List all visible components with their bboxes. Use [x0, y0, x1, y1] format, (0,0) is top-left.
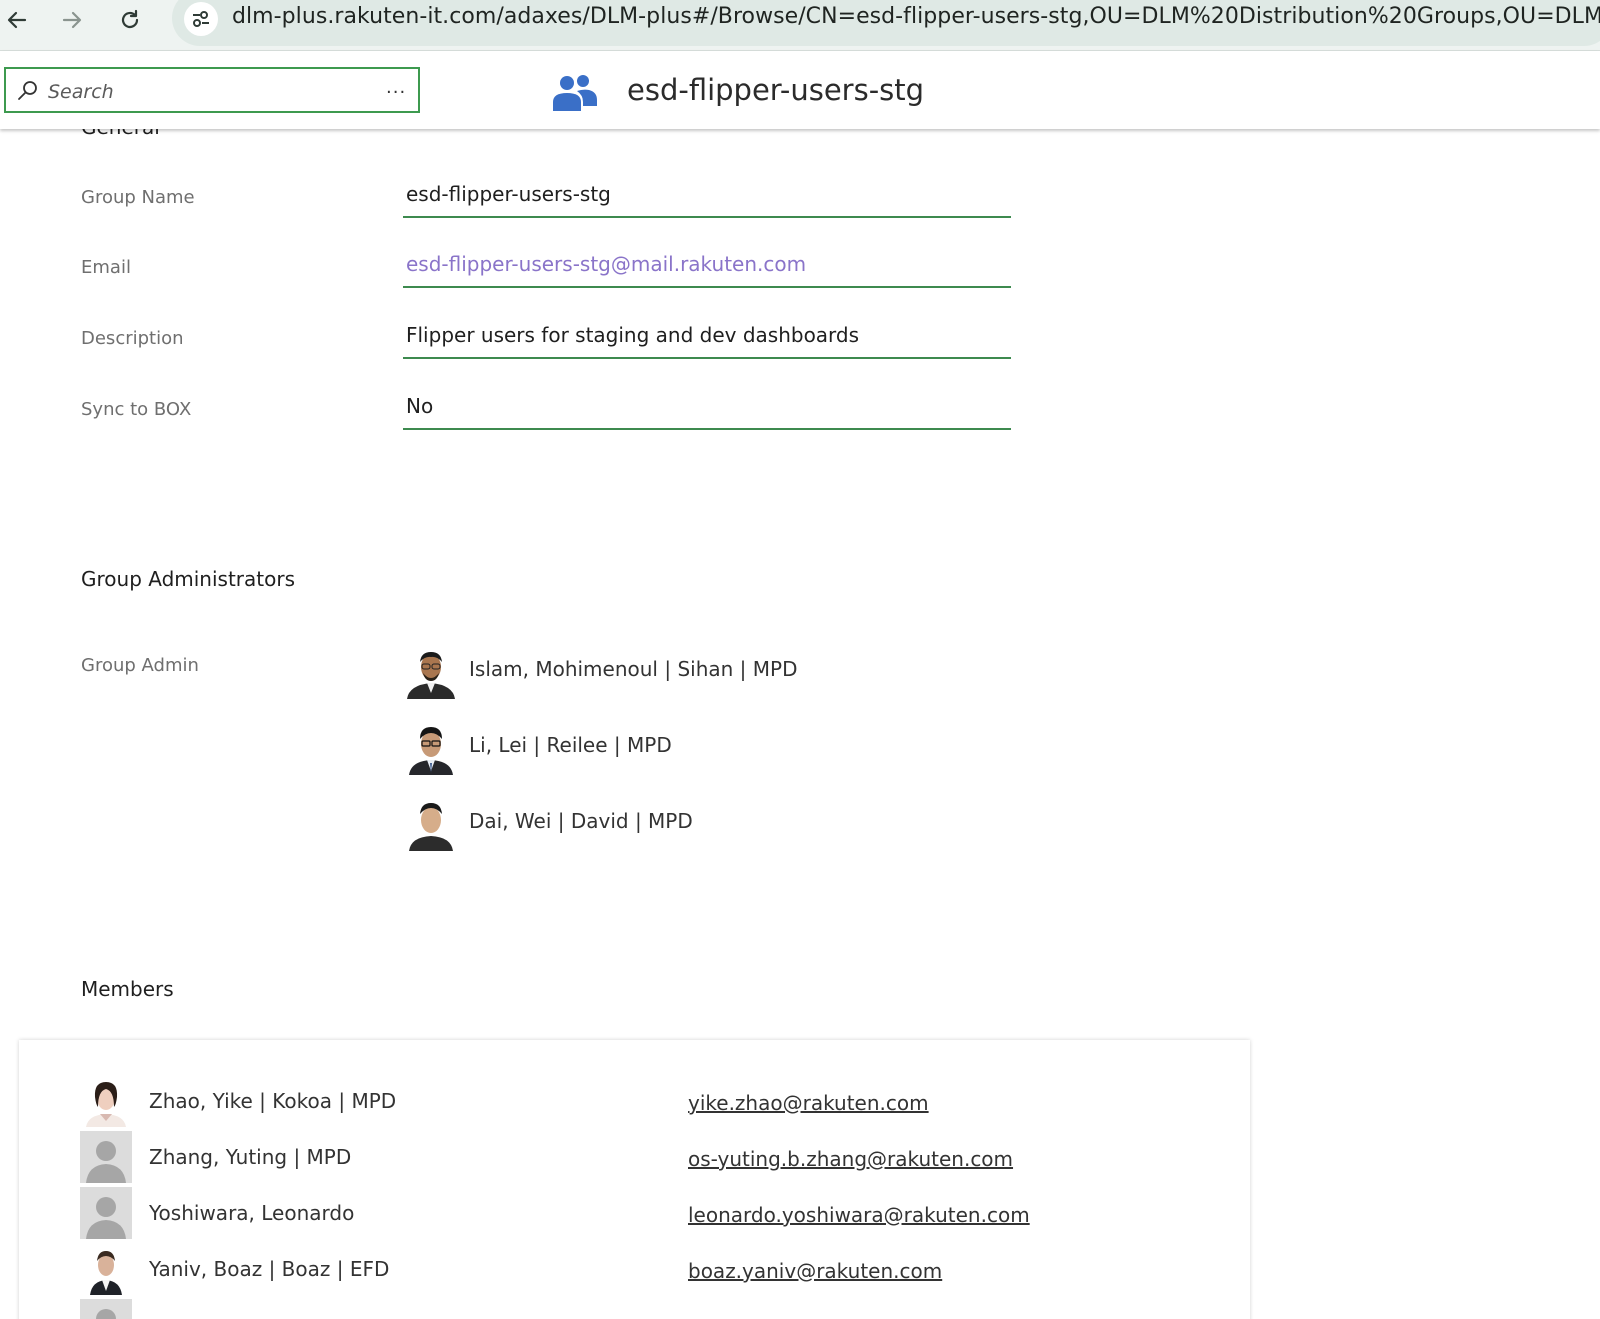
member-name[interactable]: Zhao, Yike | Kokoa | MPD: [149, 1089, 396, 1113]
search-box[interactable]: ...: [4, 67, 420, 113]
avatar: [403, 643, 459, 699]
tune-icon: [193, 11, 209, 27]
list-item[interactable]: Zhang, Yuting | MPD os-yuting.b.zhang@ra…: [80, 1131, 1180, 1185]
more-options-icon[interactable]: ...: [386, 77, 406, 98]
arrow-left-icon: [7, 11, 27, 29]
admin-name[interactable]: Li, Lei | Reilee | MPD: [469, 733, 672, 757]
reload-button[interactable]: [113, 3, 147, 37]
site-info-button[interactable]: [184, 2, 218, 36]
member-name[interactable]: Yaniv, Boaz | Boaz | EFD: [149, 1257, 389, 1281]
app-header: ... esd-flipper-users-stg: [0, 51, 1600, 129]
default-avatar-icon: [80, 1131, 132, 1183]
field-label-group-name: Group Name: [81, 187, 195, 208]
search-icon: [18, 81, 37, 100]
field-label-email: Email: [81, 257, 131, 278]
url-text[interactable]: dlm-plus.rakuten-it.com/adaxes/DLM-plus#…: [232, 4, 1600, 29]
avatar: [403, 795, 459, 851]
member-email-link[interactable]: leonardo.yoshiwara@rakuten.com: [688, 1203, 1030, 1227]
field-value-description: Flipper users for staging and dev dashbo…: [403, 323, 1011, 359]
reload-icon: [121, 9, 139, 29]
field-value-group-name: esd-flipper-users-stg: [403, 182, 1011, 218]
field-label-sync-to-box: Sync to BOX: [81, 399, 192, 420]
members-list: Zhao, Yike | Kokoa | MPD yike.zhao@rakut…: [19, 1040, 1250, 1319]
avatar: [80, 1243, 132, 1295]
list-item[interactable]: [80, 1299, 1180, 1319]
browser-toolbar: dlm-plus.rakuten-it.com/adaxes/DLM-plus#…: [0, 0, 1600, 51]
back-button[interactable]: [0, 3, 34, 37]
page-title: esd-flipper-users-stg: [627, 73, 925, 107]
list-item[interactable]: Zhao, Yike | Kokoa | MPD yike.zhao@rakut…: [80, 1075, 1180, 1129]
list-item[interactable]: Yaniv, Boaz | Boaz | EFD boaz.yaniv@raku…: [80, 1243, 1180, 1297]
member-email-link[interactable]: yike.zhao@rakuten.com: [688, 1091, 929, 1115]
default-avatar-icon: [80, 1299, 132, 1319]
admin-item[interactable]: Islam, Mohimenoul | Sihan | MPD: [403, 643, 1003, 699]
field-label-group-admin: Group Admin: [81, 655, 199, 676]
member-email-link[interactable]: os-yuting.b.zhang@rakuten.com: [688, 1147, 1013, 1171]
default-avatar-icon: [80, 1187, 132, 1239]
member-name[interactable]: Yoshiwara, Leonardo: [149, 1201, 354, 1225]
admin-name[interactable]: Dai, Wei | David | MPD: [469, 809, 693, 833]
field-label-description: Description: [81, 328, 184, 349]
section-title-members: Members: [81, 977, 174, 1001]
group-icon: [553, 75, 597, 111]
admin-name[interactable]: Islam, Mohimenoul | Sihan | MPD: [469, 657, 797, 681]
section-title-group-administrators: Group Administrators: [81, 567, 296, 591]
main-content: General Group Name esd-flipper-users-stg…: [0, 129, 1600, 1319]
forward-button[interactable]: [55, 3, 89, 37]
admin-item[interactable]: Dai, Wei | David | MPD: [403, 795, 1003, 851]
field-value-email[interactable]: esd-flipper-users-stg@mail.rakuten.com: [403, 252, 1011, 288]
member-name[interactable]: Zhang, Yuting | MPD: [149, 1145, 351, 1169]
member-email-link[interactable]: boaz.yaniv@rakuten.com: [688, 1259, 942, 1283]
arrow-right-icon: [62, 11, 82, 29]
search-input[interactable]: [46, 77, 370, 107]
field-value-sync-to-box: No: [403, 394, 1011, 430]
section-title-general: General: [81, 129, 160, 139]
list-item[interactable]: Yoshiwara, Leonardo leonardo.yoshiwara@r…: [80, 1187, 1180, 1241]
avatar: [403, 719, 459, 775]
admin-item[interactable]: Li, Lei | Reilee | MPD: [403, 719, 1003, 775]
avatar: [80, 1075, 132, 1127]
